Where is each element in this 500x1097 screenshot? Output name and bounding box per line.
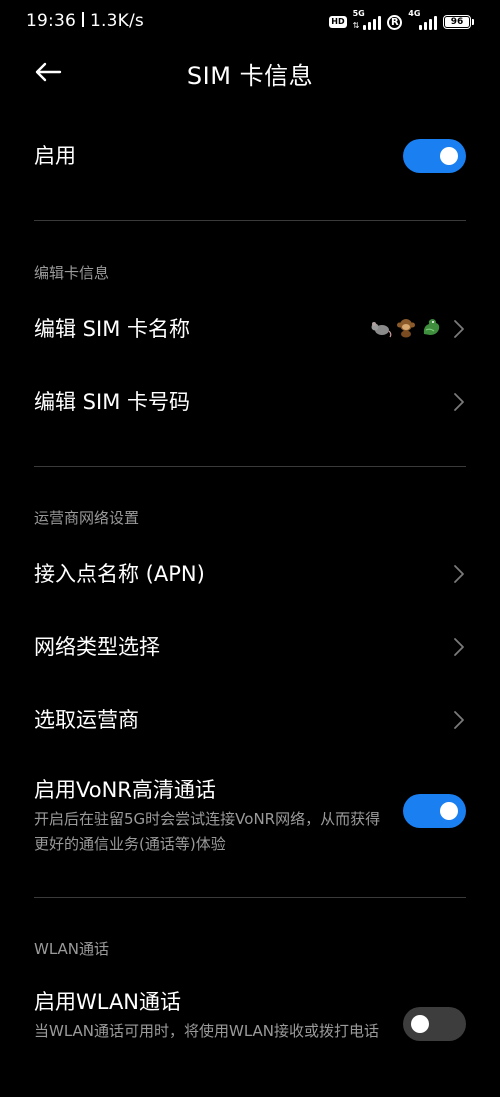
- status-right: HD 5G ⇅ R 4G ⇅ 96: [329, 9, 474, 32]
- chevron-right-icon: [454, 393, 464, 411]
- vonr-title: 启用VoNR高清通话: [34, 778, 216, 802]
- edit-sim-name-row[interactable]: 编辑 SIM 卡名称: [34, 314, 466, 344]
- divider: [34, 466, 466, 467]
- enable-label: 启用: [34, 144, 76, 168]
- status-left: 19:36 1.3K/s: [26, 11, 144, 31]
- wlan-calling-description: 当WLAN通话可用时，将使用WLAN接收或拨打电话: [34, 1022, 380, 1040]
- sim-name-icons: [370, 316, 442, 338]
- enable-toggle[interactable]: [403, 139, 466, 173]
- apn-label: 接入点名称 (APN): [34, 562, 205, 586]
- network-type-row[interactable]: 网络类型选择: [34, 632, 466, 662]
- vonr-toggle[interactable]: [403, 794, 466, 828]
- hd-icon: HD: [329, 16, 347, 28]
- enable-row[interactable]: 启用: [34, 138, 466, 174]
- vonr-row[interactable]: 启用VoNR高清通话 开启后在驻留5G时会尝试连接VoNR网络，从而获得更好的通…: [34, 775, 466, 855]
- page-title: SIM 卡信息: [186, 62, 314, 90]
- network-type-label: 网络类型选择: [34, 635, 160, 659]
- section-label-carrier: 运营商网络设置: [34, 509, 140, 527]
- battery-level: 96: [445, 17, 469, 27]
- dragon-icon: [423, 319, 440, 335]
- chevron-right-icon: [454, 711, 464, 729]
- divider: [34, 220, 466, 221]
- monkey-icon: [397, 319, 415, 338]
- status-bar: 19:36 1.3K/s HD 5G ⇅ R 4G ⇅ 96: [0, 0, 500, 44]
- roaming-r-icon: R: [387, 14, 403, 30]
- sim2-network-label: 4G: [408, 9, 421, 18]
- status-time: 19:36: [26, 11, 76, 31]
- data-arrows-icon: ⇅: [352, 21, 360, 30]
- wlan-calling-row[interactable]: 启用WLAN通话 当WLAN通话可用时，将使用WLAN接收或拨打电话: [34, 987, 466, 1067]
- choose-carrier-label: 选取运营商: [34, 708, 139, 732]
- apn-row[interactable]: 接入点名称 (APN): [34, 559, 466, 589]
- choose-carrier-row[interactable]: 选取运营商: [34, 705, 466, 735]
- sim2-signal-icon: 4G ⇅: [408, 9, 437, 30]
- battery-icon: 96: [443, 15, 474, 29]
- rat-icon: [371, 322, 392, 338]
- section-label-wlan: WLAN通话: [34, 940, 110, 958]
- chevron-right-icon: [454, 638, 464, 656]
- status-speed: 1.3K/s: [90, 11, 144, 31]
- app-header: SIM 卡信息: [0, 44, 500, 100]
- edit-sim-number-row[interactable]: 编辑 SIM 卡号码: [34, 387, 466, 417]
- sim1-network-label: 5G: [352, 9, 365, 18]
- sim1-signal-icon: 5G ⇅: [352, 9, 382, 30]
- wlan-calling-title: 启用WLAN通话: [34, 990, 182, 1014]
- edit-sim-number-label: 编辑 SIM 卡号码: [34, 390, 190, 414]
- vonr-description: 开启后在驻留5G时会尝试连接VoNR网络，从而获得更好的通信业务(通话等)体验: [34, 810, 381, 853]
- section-label-edit: 编辑卡信息: [34, 264, 110, 282]
- wlan-calling-toggle[interactable]: [403, 1007, 466, 1041]
- chevron-right-icon: [454, 320, 464, 338]
- divider: [34, 897, 466, 898]
- chevron-right-icon: [454, 565, 464, 583]
- status-separator: [82, 12, 84, 27]
